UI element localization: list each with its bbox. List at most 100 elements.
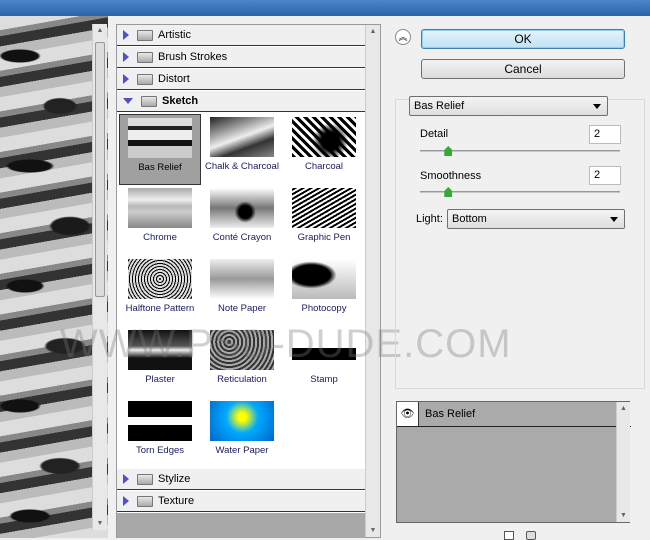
light-label: Light: xyxy=(416,213,443,225)
folder-icon xyxy=(137,473,153,485)
filter-label: Bas Relief xyxy=(138,162,182,173)
cancel-button[interactable]: Cancel xyxy=(421,59,625,79)
filter-cont-crayon[interactable]: Conté Crayon xyxy=(201,185,283,256)
scroll-up-icon[interactable]: ▲ xyxy=(366,28,380,35)
filter-thumbnail-image xyxy=(210,117,274,157)
detail-input[interactable]: 2 xyxy=(589,125,621,144)
effect-layer-name: Bas Relief xyxy=(425,408,476,420)
filter-thumbnail-image xyxy=(210,259,274,299)
filter-thumbnail-image xyxy=(128,330,192,370)
filter-stamp[interactable]: Stamp xyxy=(283,327,365,398)
filter-chalk-charcoal[interactable]: Chalk & Charcoal xyxy=(201,114,283,185)
category-stylize[interactable]: Stylize xyxy=(117,469,365,490)
trash-icon[interactable] xyxy=(526,531,536,540)
filter-charcoal[interactable]: Charcoal xyxy=(283,114,365,185)
filter-select-value: Bas Relief xyxy=(414,100,465,112)
filter-water-paper[interactable]: Water Paper xyxy=(201,398,283,469)
smoothness-label: Smoothness xyxy=(420,170,482,182)
filter-label: Conté Crayon xyxy=(212,232,272,243)
expanded-arrow-icon xyxy=(123,98,133,104)
filter-label: Graphic Pen xyxy=(297,232,351,243)
category-distort[interactable]: Distort xyxy=(117,69,365,90)
scroll-thumb[interactable] xyxy=(95,42,105,297)
filter-label: Water Paper xyxy=(215,445,269,456)
filter-reticulation[interactable]: Reticulation xyxy=(201,327,283,398)
category-label: Stylize xyxy=(158,473,191,485)
collapsed-arrow-icon xyxy=(123,496,129,506)
filter-bas-relief[interactable]: Bas Relief xyxy=(119,114,201,185)
filter-thumbnails: Bas Relief Chalk & Charcoal Charcoal Chrome… xyxy=(117,114,365,469)
eye-icon[interactable]: 👁 xyxy=(397,402,419,426)
detail-label: Detail xyxy=(420,128,449,140)
filter-thumbnail-image xyxy=(128,401,192,441)
filter-thumbnail-image xyxy=(292,259,356,299)
filter-label: Stamp xyxy=(310,374,338,385)
light-select-value: Bottom xyxy=(452,213,487,225)
filter-thumbnail-image xyxy=(210,330,274,370)
smoothness-input[interactable]: 2 xyxy=(589,166,621,185)
filter-label: Plaster xyxy=(145,374,175,385)
scroll-up-icon[interactable]: ▲ xyxy=(617,405,630,412)
filter-label: Note Paper xyxy=(217,303,267,314)
new-effect-layer-icon[interactable] xyxy=(504,531,514,540)
filter-thumbnail-image xyxy=(210,401,274,441)
filter-label: Chalk & Charcoal xyxy=(205,161,279,172)
category-sketch[interactable]: Sketch xyxy=(117,91,365,112)
filter-halftone-pattern[interactable]: Halftone Pattern xyxy=(119,256,201,327)
filter-thumbnail-image xyxy=(292,188,356,228)
filter-torn-edges[interactable]: Torn Edges xyxy=(119,398,201,469)
category-label: Artistic xyxy=(158,29,191,41)
filter-gallery: Artistic Brush Strokes Distort Sketch Bas R… xyxy=(116,24,381,538)
filter-thumbnail-image xyxy=(128,188,192,228)
category-label: Brush Strokes xyxy=(158,51,228,63)
effect-layer-row[interactable]: 👁 Bas Relief xyxy=(397,402,631,427)
filter-plaster[interactable]: Plaster xyxy=(119,327,201,398)
scroll-down-icon[interactable]: ▼ xyxy=(93,520,107,527)
filter-label: Chrome xyxy=(143,232,177,243)
gallery-footer xyxy=(117,513,365,538)
title-bar xyxy=(0,0,650,16)
collapse-gallery-icon[interactable]: ︽ xyxy=(395,29,411,45)
filter-chrome[interactable]: Chrome xyxy=(119,185,201,256)
chevron-down-icon xyxy=(593,104,601,109)
filter-thumbnail-image xyxy=(210,188,274,228)
scroll-up-icon[interactable]: ▲ xyxy=(93,27,107,34)
folder-icon xyxy=(141,95,157,107)
folder-icon xyxy=(137,51,153,63)
filter-note-paper[interactable]: Note Paper xyxy=(201,256,283,327)
folder-icon xyxy=(137,29,153,41)
chevron-down-icon xyxy=(610,217,618,222)
filter-label: Photocopy xyxy=(301,303,347,314)
collapsed-arrow-icon xyxy=(123,74,129,84)
folder-icon xyxy=(137,495,153,507)
filter-graphic-pen[interactable]: Graphic Pen xyxy=(283,185,365,256)
scroll-down-icon[interactable]: ▼ xyxy=(366,527,380,534)
folder-icon xyxy=(137,73,153,85)
preview-scrollbar[interactable]: ▲ ▼ xyxy=(92,24,107,530)
filter-photocopy[interactable]: Photocopy xyxy=(283,256,365,327)
category-texture[interactable]: Texture xyxy=(117,491,365,512)
collapsed-arrow-icon xyxy=(123,474,129,484)
settings-panel: ︽ OK Cancel Bas Relief Detail 2 Smoothne… xyxy=(390,16,650,540)
layers-scrollbar[interactable]: ▲ ▼ xyxy=(616,402,630,522)
category-label: Distort xyxy=(158,73,190,85)
category-brush-strokes[interactable]: Brush Strokes xyxy=(117,47,365,68)
filter-thumbnail-image xyxy=(128,259,192,299)
filter-thumbnail-image xyxy=(292,330,356,370)
filter-label: Reticulation xyxy=(217,374,267,385)
scroll-down-icon[interactable]: ▼ xyxy=(617,512,630,519)
filter-thumbnail-image xyxy=(128,118,192,158)
ok-button[interactable]: OK xyxy=(421,29,625,49)
collapsed-arrow-icon xyxy=(123,30,129,40)
filter-select[interactable]: Bas Relief xyxy=(409,96,608,116)
category-label: Texture xyxy=(158,495,195,507)
effect-layers-list: 👁 Bas Relief xyxy=(396,401,631,523)
collapsed-arrow-icon xyxy=(123,52,129,62)
filter-label: Halftone Pattern xyxy=(125,303,195,314)
filter-label: Charcoal xyxy=(304,161,344,172)
filter-thumbnail-image xyxy=(292,117,356,157)
light-select[interactable]: Bottom xyxy=(447,209,625,229)
category-label: Sketch xyxy=(162,95,199,107)
gallery-scrollbar[interactable]: ▲ ▼ xyxy=(365,25,380,537)
category-artistic[interactable]: Artistic xyxy=(117,25,365,46)
